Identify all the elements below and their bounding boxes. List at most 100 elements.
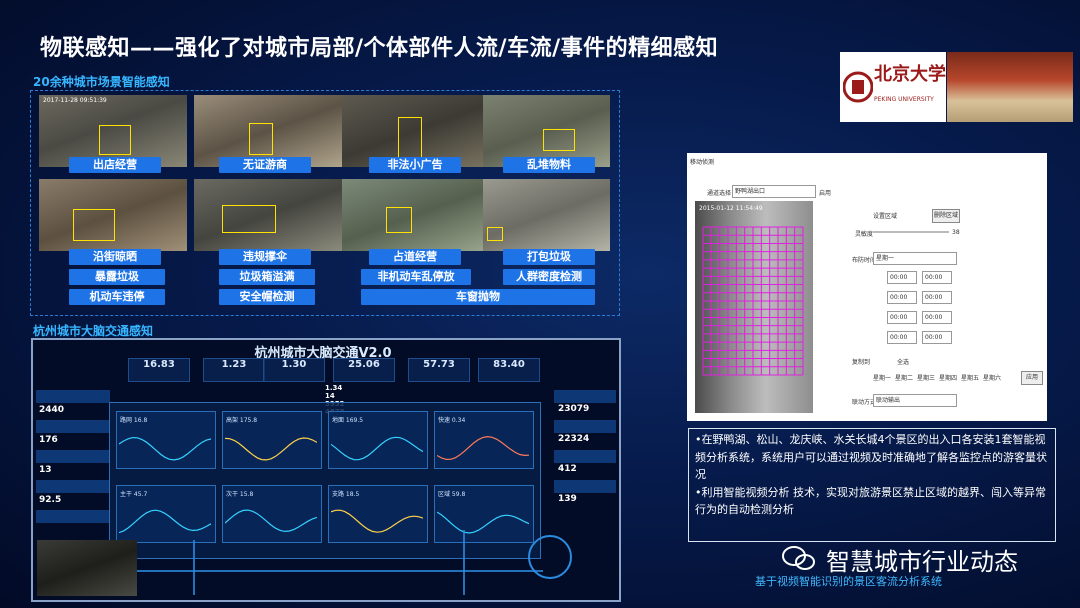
- scene-tag: 车窗抛物: [361, 289, 595, 305]
- pku-name: 北京大学: [874, 64, 946, 85]
- center-value: 1.34: [325, 384, 343, 392]
- trend-line: [225, 437, 317, 461]
- trend-line: [437, 435, 529, 461]
- scene-photo: [39, 179, 187, 251]
- day-checkbox[interactable]: 星期四: [939, 373, 957, 382]
- scene-grid: 2017-11-28 09:51:39 出店经营 无证游商 非法小广告 乱堆物料…: [30, 90, 620, 316]
- traffic-dashboard: 杭州城市大脑交通V2.0 16.83 1.23 1.30 25.06 57.73…: [31, 338, 621, 602]
- motion-detect-software: 移动侦测 通道选择 野鸭湖出口 启用 2015-01-12 11:54:49 设…: [687, 153, 1047, 421]
- detection-box: [73, 209, 115, 241]
- map-road: [193, 540, 195, 595]
- photo-timestamp: 2017-11-28 09:51:39: [43, 97, 107, 104]
- linkage-select[interactable]: 联动输出: [873, 394, 957, 407]
- enable-checkbox[interactable]: 启用: [819, 188, 831, 197]
- trend-card: 区域 59.8: [434, 485, 534, 543]
- scene-photo: [342, 179, 490, 251]
- time-end[interactable]: 00:00: [922, 331, 952, 344]
- detection-box: [249, 123, 273, 155]
- time-end[interactable]: 00:00: [922, 291, 952, 304]
- left-stat: [36, 450, 110, 463]
- right-stat: [554, 450, 616, 463]
- camera-view[interactable]: 2015-01-12 11:54:49: [695, 201, 813, 413]
- traffic-label: 杭州城市大脑交通感知: [33, 324, 154, 338]
- pku-seal-icon: [843, 71, 873, 103]
- dashboard-metric: 16.83: [128, 358, 190, 382]
- detection-box: [222, 205, 276, 233]
- dashboard-metric: 1.30: [263, 358, 325, 382]
- wechat-icon: [782, 546, 815, 570]
- left-stat: [36, 510, 110, 523]
- detection-grid: [702, 226, 804, 376]
- trend-card-label: 支路 18.5: [332, 491, 360, 498]
- detection-box: [398, 117, 422, 159]
- scene-tag: 出店经营: [69, 157, 161, 173]
- left-value: 13: [39, 465, 52, 475]
- scene-tag: 占道经营: [369, 249, 461, 265]
- time-end[interactable]: 00:00: [922, 271, 952, 284]
- scene-photo: [483, 179, 610, 251]
- sensitivity-slider[interactable]: [873, 231, 949, 233]
- day-checkbox[interactable]: 星期六: [983, 373, 1001, 382]
- time-start[interactable]: 00:00: [887, 331, 917, 344]
- apply-button[interactable]: 应用: [1021, 371, 1043, 385]
- trend-card: 高架 175.8: [222, 411, 322, 469]
- chart-panel: 路网 16.8 高架 175.8 地面 169.5 快速 0.34 主干 45.7 次干 …: [109, 402, 541, 559]
- center-value: 14: [325, 392, 335, 400]
- pku-logo: 北京大学 PEKING UNIVERSITY: [840, 52, 946, 122]
- right-stat: [554, 480, 616, 493]
- right-value: 412: [558, 464, 577, 474]
- draw-area-checkbox[interactable]: 设置区域: [873, 211, 897, 220]
- detection-box: [386, 207, 412, 233]
- scene-tag: 垃圾箱溢满: [219, 269, 315, 285]
- right-value: 22324: [558, 434, 590, 444]
- day-checkbox[interactable]: 星期三: [917, 373, 935, 382]
- time-start[interactable]: 00:00: [887, 271, 917, 284]
- schedule-select[interactable]: 星期一: [873, 252, 957, 265]
- left-stat: [36, 480, 110, 493]
- scene-tag: 乱堆物料: [503, 157, 595, 173]
- day-checkbox[interactable]: 星期二: [895, 373, 913, 382]
- scene-tag: 暴露垃圾: [69, 269, 165, 285]
- clear-area-button[interactable]: 删除区域: [932, 209, 960, 223]
- trend-line: [225, 509, 317, 533]
- trend-card: 路网 16.8: [116, 411, 216, 469]
- trend-card-label: 次干 15.8: [226, 491, 254, 498]
- note-paragraph: •利用智能视频分析 技术，实现对旅游景区禁止区域的越界、闯入等异常行为的自动检测…: [695, 485, 1046, 517]
- scene-tag: 安全帽检测: [219, 289, 315, 305]
- time-start[interactable]: 00:00: [887, 311, 917, 324]
- day-checkbox[interactable]: 星期一: [873, 373, 891, 382]
- copy-label: 复制到: [852, 359, 871, 366]
- scene-tag: 非机动车乱停放: [361, 269, 471, 285]
- detection-box: [487, 227, 503, 241]
- left-value: 176: [39, 435, 58, 445]
- left-value: 92.5: [39, 495, 62, 505]
- camera-feed: [37, 540, 137, 596]
- time-end[interactable]: 00:00: [922, 311, 952, 324]
- time-start[interactable]: 00:00: [887, 291, 917, 304]
- trend-line: [331, 436, 423, 461]
- right-stat: [554, 390, 616, 403]
- trend-line: [331, 509, 423, 533]
- trend-line: [119, 436, 211, 461]
- dashboard-metric: 25.06: [333, 358, 395, 382]
- trend-line: [119, 509, 211, 534]
- scene-tag: 违规撑伞: [219, 249, 311, 265]
- channel-select[interactable]: 野鸭湖出口: [732, 185, 816, 198]
- brand-name: 智慧城市行业动态: [826, 548, 1018, 576]
- scene-tag: 人群密度检测: [503, 269, 595, 285]
- scene-tag: 沿街晾晒: [69, 249, 161, 265]
- scenes-label: 20余种城市场景智能感知: [33, 75, 170, 89]
- trend-card: 次干 15.8: [222, 485, 322, 543]
- pku-gate-photo: [947, 52, 1073, 122]
- sensitivity-label: 灵敏度: [855, 231, 874, 238]
- trend-card: 地面 169.5: [328, 411, 428, 469]
- pku-name-en: PEKING UNIVERSITY: [874, 96, 934, 103]
- left-value: 2440: [39, 405, 65, 415]
- copy-all-checkbox[interactable]: 全选: [897, 357, 909, 366]
- left-stat: [36, 390, 110, 403]
- right-stat: [554, 420, 616, 433]
- scene-tag: 无证游商: [219, 157, 311, 173]
- day-checkbox[interactable]: 星期五: [961, 373, 979, 382]
- sensitivity-value: 38: [952, 229, 960, 236]
- dashboard-metric: 57.73: [408, 358, 470, 382]
